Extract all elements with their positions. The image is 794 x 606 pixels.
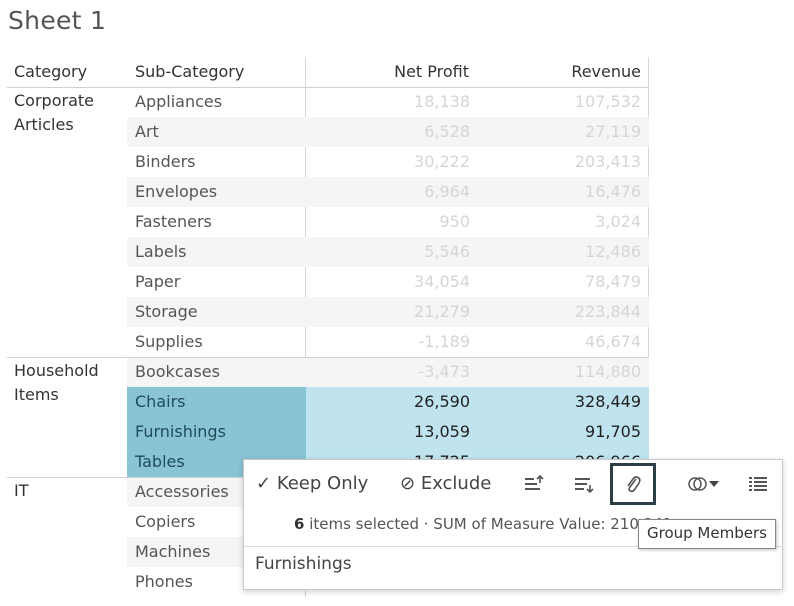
- selection-summary: 6 items selected · SUM of Measure Value:…: [294, 515, 672, 533]
- net-profit-cell[interactable]: 6,964: [306, 177, 470, 207]
- revenue-cell[interactable]: 78,479: [470, 267, 641, 297]
- category-corporate-articles[interactable]: Corporate Articles: [14, 89, 94, 137]
- sub-category-cell[interactable]: Appliances: [127, 87, 306, 117]
- table-row[interactable]: Appliances 18,138 107,532: [127, 87, 649, 117]
- category-it[interactable]: IT: [14, 479, 29, 503]
- sub-category-cell[interactable]: Labels: [127, 237, 306, 267]
- keep-only-button[interactable]: ✓ Keep Only: [256, 470, 368, 498]
- net-profit-cell[interactable]: 6,528: [306, 117, 470, 147]
- header-revenue[interactable]: Revenue: [571, 62, 641, 81]
- net-profit-cell[interactable]: 30,222: [306, 147, 470, 177]
- table-row[interactable]: Binders 30,222 203,413: [127, 147, 649, 177]
- revenue-cell[interactable]: 16,476: [470, 177, 641, 207]
- revenue-cell[interactable]: 27,119: [470, 117, 641, 147]
- revenue-cell[interactable]: 91,705: [470, 417, 641, 447]
- sub-category-cell[interactable]: Storage: [127, 297, 306, 327]
- net-profit-cell[interactable]: 950: [306, 207, 470, 237]
- net-profit-cell[interactable]: 21,279: [306, 297, 470, 327]
- group-members-button[interactable]: [610, 463, 656, 505]
- keep-only-label: Keep Only: [276, 473, 369, 494]
- sub-category-cell[interactable]: Fasteners: [127, 207, 306, 237]
- view-data-icon[interactable]: [744, 470, 772, 498]
- revenue-cell[interactable]: 3,024: [470, 207, 641, 237]
- table-row[interactable]: Labels 5,546 12,486: [127, 237, 649, 267]
- chevron-down-icon[interactable]: [706, 470, 722, 498]
- revenue-cell[interactable]: 328,449: [470, 387, 641, 417]
- table-row[interactable]: Storage 21,279 223,844: [127, 297, 649, 327]
- revenue-cell[interactable]: 223,844: [470, 297, 641, 327]
- sub-category-cell[interactable]: Binders: [127, 147, 306, 177]
- sub-category-cell[interactable]: Paper: [127, 267, 306, 297]
- net-profit-cell[interactable]: 18,138: [306, 87, 470, 117]
- net-profit-cell[interactable]: 5,546: [306, 237, 470, 267]
- table-row[interactable]: Paper 34,054 78,479: [127, 267, 649, 297]
- table-row[interactable]: Envelopes 6,964 16,476: [127, 177, 649, 207]
- sort-descending-icon[interactable]: [570, 470, 598, 498]
- exclude-icon: ⊘: [400, 473, 416, 494]
- paperclip-icon: [627, 476, 641, 493]
- table-header: Category Sub-Category Net Profit Revenue: [7, 57, 649, 88]
- table-row[interactable]: Chairs 26,590 328,449: [127, 387, 649, 417]
- sheet-title: Sheet 1: [8, 6, 107, 35]
- popup-toolbar: ✓ Keep Only ⊘ Exclude: [244, 460, 782, 508]
- table-row[interactable]: Supplies -1,189 46,674: [127, 327, 649, 357]
- sub-category-cell[interactable]: Art: [127, 117, 306, 147]
- category-household-items[interactable]: Household Items: [14, 359, 99, 407]
- check-icon: ✓: [256, 473, 272, 494]
- selection-summary-text: items selected · SUM of Measure Value: 2…: [304, 515, 673, 533]
- revenue-cell[interactable]: 203,413: [470, 147, 641, 177]
- revenue-cell[interactable]: 12,486: [470, 237, 641, 267]
- net-profit-cell[interactable]: 34,054: [306, 267, 470, 297]
- exclude-label: Exclude: [420, 473, 492, 494]
- table-row[interactable]: Bookcases -3,473 114,880: [127, 357, 649, 387]
- net-profit-cell[interactable]: -3,473: [306, 357, 470, 387]
- sub-category-cell[interactable]: Chairs: [127, 387, 306, 417]
- header-sub-category[interactable]: Sub-Category: [135, 62, 244, 81]
- header-category[interactable]: Category: [14, 62, 87, 81]
- revenue-cell[interactable]: 107,532: [470, 87, 641, 117]
- group-members-tooltip: Group Members: [638, 519, 776, 549]
- exclude-button[interactable]: ⊘ Exclude: [400, 470, 491, 498]
- selection-count: 6: [294, 515, 305, 533]
- net-profit-cell[interactable]: 13,059: [306, 417, 470, 447]
- net-profit-cell[interactable]: -1,189: [306, 327, 470, 357]
- group-separator: [7, 357, 649, 358]
- group-member-item: Furnishings: [255, 554, 352, 574]
- revenue-cell[interactable]: 46,674: [470, 327, 641, 357]
- table-row[interactable]: Art 6,528 27,119: [127, 117, 649, 147]
- header-net-profit[interactable]: Net Profit: [394, 62, 469, 81]
- revenue-cell[interactable]: 114,880: [470, 357, 641, 387]
- net-profit-cell[interactable]: 26,590: [306, 387, 470, 417]
- sort-ascending-icon[interactable]: [520, 470, 548, 498]
- sub-category-cell[interactable]: Furnishings: [127, 417, 306, 447]
- sub-category-cell[interactable]: Supplies: [127, 327, 306, 357]
- table-row[interactable]: Furnishings 13,059 91,705: [127, 417, 649, 447]
- sub-category-cell[interactable]: Envelopes: [127, 177, 306, 207]
- sub-category-cell[interactable]: Bookcases: [127, 357, 306, 387]
- table-row[interactable]: Fasteners 950 3,024: [127, 207, 649, 237]
